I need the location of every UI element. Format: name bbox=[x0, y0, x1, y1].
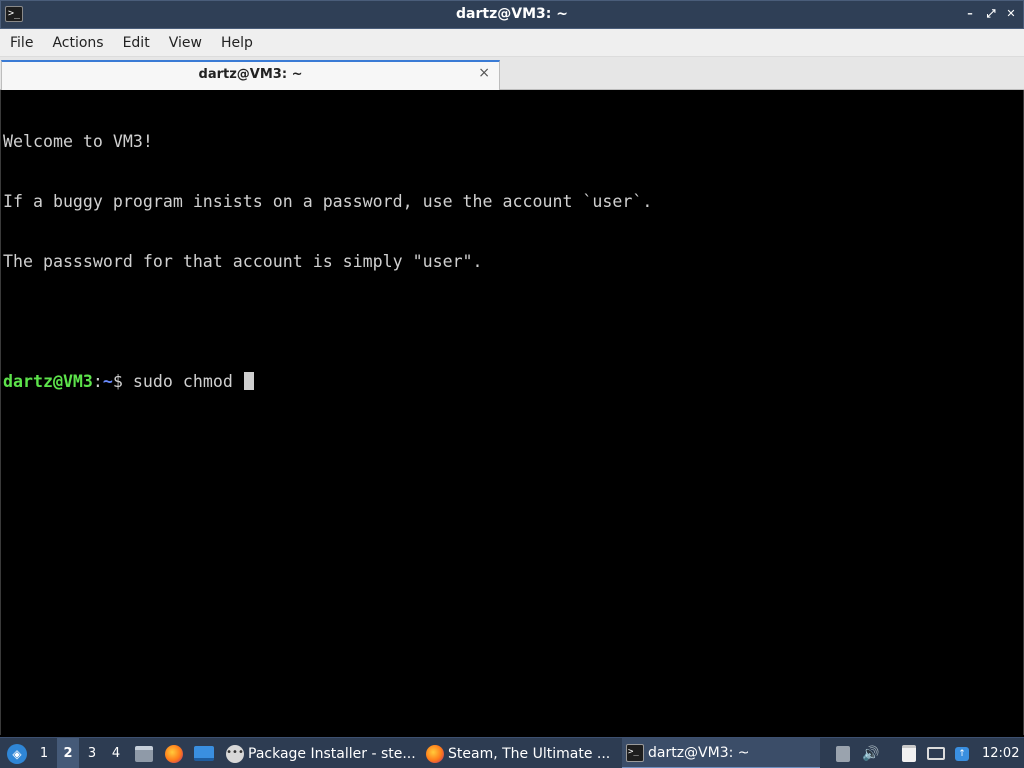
workspace-3[interactable]: 3 bbox=[81, 738, 103, 768]
tab-close-icon[interactable]: × bbox=[478, 65, 490, 81]
task-steam[interactable]: Steam, The Ultimate ... bbox=[422, 738, 620, 768]
show-desktop-icon bbox=[194, 746, 214, 761]
tab-bar: dartz@VM3: ~ × bbox=[0, 57, 1024, 90]
show-desktop-button[interactable] bbox=[192, 738, 216, 768]
maximize-button[interactable]: ⤢ bbox=[984, 7, 998, 21]
tab-label: dartz@VM3: ~ bbox=[198, 67, 303, 82]
terminal-line: The passsword for that account is simply… bbox=[3, 252, 483, 271]
text-cursor bbox=[243, 372, 254, 390]
terminal-line: If a buggy program insists on a password… bbox=[3, 192, 653, 211]
task-terminal[interactable]: >_ dartz@VM3: ~ bbox=[622, 738, 820, 768]
window-titlebar[interactable]: >_ dartz@VM3: ~ – ⤢ ✕ bbox=[0, 0, 1024, 29]
terminal-line: Welcome to VM3! bbox=[3, 132, 153, 151]
start-menu-icon: ◈ bbox=[7, 743, 27, 764]
tray-update[interactable]: ↑ bbox=[951, 738, 973, 768]
menu-actions[interactable]: Actions bbox=[46, 35, 109, 51]
workspace-1[interactable]: 1 bbox=[33, 738, 55, 768]
task-package-installer[interactable]: ••• Package Installer - ste... bbox=[222, 738, 420, 768]
menu-view[interactable]: View bbox=[163, 35, 208, 51]
prompt-user-host: dartz@VM3 bbox=[3, 372, 93, 391]
window-title: dartz@VM3: ~ bbox=[456, 6, 568, 22]
workspace-4[interactable]: 4 bbox=[105, 738, 127, 768]
network-icon bbox=[927, 747, 945, 760]
clock[interactable]: 12:02 bbox=[982, 738, 1019, 768]
tab-terminal[interactable]: dartz@VM3: ~ × bbox=[1, 60, 500, 90]
prompt-colon: : bbox=[92, 372, 103, 391]
menu-help[interactable]: Help bbox=[215, 35, 259, 51]
tray-volume[interactable]: 🔊 bbox=[860, 738, 882, 768]
prompt-line[interactable]: dartz@VM3:~$ sudo chmod bbox=[3, 372, 1023, 392]
close-button[interactable]: ✕ bbox=[1004, 7, 1018, 21]
taskbar: ◈ 1 2 3 4 ••• Package Installer - ste...… bbox=[0, 737, 1024, 768]
firefox-icon bbox=[165, 744, 183, 763]
task-label: dartz@VM3: ~ bbox=[648, 744, 750, 761]
tray-clipboard[interactable] bbox=[898, 738, 920, 768]
package-installer-icon: ••• bbox=[226, 744, 244, 763]
prompt-path: ~ bbox=[102, 372, 113, 391]
menu-bar: File Actions Edit View Help bbox=[0, 29, 1024, 57]
task-label: Package Installer - ste... bbox=[248, 745, 416, 762]
start-menu-button[interactable]: ◈ bbox=[4, 738, 30, 768]
file-manager-icon bbox=[135, 745, 153, 762]
command-input[interactable]: sudo chmod bbox=[133, 372, 243, 391]
tray-storage[interactable] bbox=[832, 738, 854, 768]
terminal-output[interactable]: Welcome to VM3! If a buggy program insis… bbox=[0, 90, 1024, 735]
menu-file[interactable]: File bbox=[4, 35, 39, 51]
prompt-symbol: $ bbox=[112, 372, 133, 391]
menu-edit[interactable]: Edit bbox=[117, 35, 156, 51]
clipboard-icon bbox=[902, 745, 916, 762]
file-manager-launcher[interactable] bbox=[132, 738, 156, 768]
minimize-button[interactable]: – bbox=[963, 7, 977, 21]
task-label: Steam, The Ultimate ... bbox=[448, 745, 611, 762]
volume-icon: 🔊 bbox=[862, 745, 880, 762]
update-icon: ↑ bbox=[955, 746, 969, 761]
workspace-2[interactable]: 2 bbox=[57, 738, 79, 768]
storage-icon bbox=[836, 745, 850, 762]
terminal-icon: >_ bbox=[626, 743, 644, 762]
firefox-launcher[interactable] bbox=[162, 738, 186, 768]
tray-network[interactable] bbox=[925, 738, 947, 768]
firefox-icon bbox=[426, 744, 444, 763]
